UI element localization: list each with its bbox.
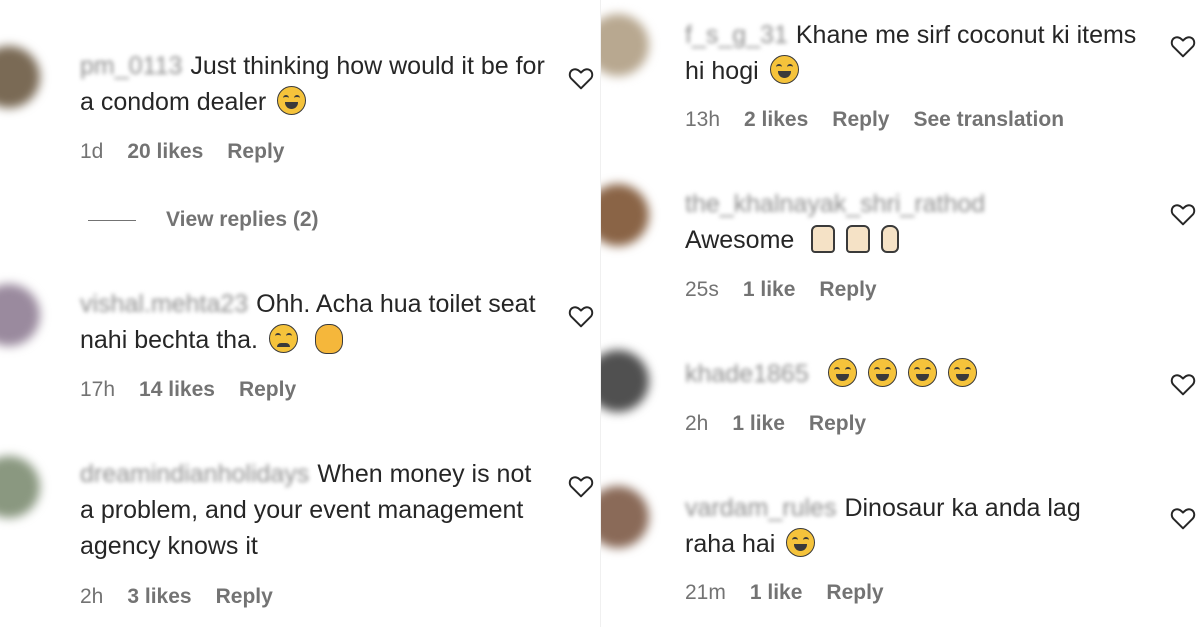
comment-time: 2h	[685, 412, 709, 435]
avatar[interactable]	[0, 456, 40, 518]
comment-username[interactable]: vishal.mehta23	[80, 290, 248, 318]
avatar[interactable]	[0, 284, 40, 346]
heart-outline-icon[interactable]	[568, 66, 594, 90]
comment-text: Awesome	[685, 226, 795, 254]
heart-outline-icon[interactable]	[1170, 34, 1196, 58]
comment-likes[interactable]: 20 likes	[127, 140, 203, 164]
clapping-hands-icon	[314, 324, 343, 354]
heart-outline-icon[interactable]	[1170, 372, 1196, 396]
comment-meta: 2h 1 like Reply	[685, 412, 866, 436]
reply-button[interactable]: Reply	[239, 378, 296, 402]
reply-button[interactable]: Reply	[832, 108, 889, 132]
face-with-tears-of-joy-icon	[907, 358, 937, 387]
comment-meta: 2h 3 likes Reply	[80, 585, 273, 609]
reply-button[interactable]: Reply	[227, 140, 284, 164]
face-with-tears-of-joy-icon	[947, 358, 977, 387]
comment-likes[interactable]: 1 like	[750, 581, 803, 605]
divider-line	[88, 219, 136, 221]
raising-hands-icon	[811, 225, 836, 253]
comment-likes[interactable]: 14 likes	[139, 378, 215, 402]
avatar[interactable]	[601, 14, 649, 76]
avatar[interactable]	[601, 350, 649, 412]
reply-button[interactable]: Reply	[809, 412, 866, 436]
comment-username[interactable]: vardam_rules	[685, 494, 836, 522]
comment-time: 25s	[685, 278, 719, 301]
comment-likes[interactable]: 1 like	[743, 278, 796, 302]
avatar[interactable]	[601, 486, 649, 548]
comment-body: pm_0113 Just thinking how would it be for…	[80, 48, 550, 120]
heart-outline-icon[interactable]	[568, 304, 594, 328]
heart-outline-icon[interactable]	[1170, 202, 1196, 226]
view-replies-button[interactable]: View replies (2)	[88, 208, 319, 232]
reply-button[interactable]: Reply	[826, 581, 883, 605]
comment-likes[interactable]: 1 like	[732, 412, 785, 436]
comment-body: khade1865	[685, 356, 1137, 392]
face-with-tears-of-joy-icon	[827, 358, 857, 387]
comment-username[interactable]: pm_0113	[80, 52, 182, 80]
raising-hands-icon	[846, 225, 871, 253]
comment-meta: 17h 14 likes Reply	[80, 378, 296, 402]
heart-outline-icon[interactable]	[568, 474, 594, 498]
comment-meta: 25s 1 like Reply	[685, 278, 877, 302]
comment-username[interactable]: dreamindianholidays	[80, 460, 309, 488]
comment-username[interactable]: khade1865	[685, 360, 809, 388]
view-replies-label: View replies (2)	[166, 208, 319, 231]
avatar[interactable]	[601, 184, 649, 246]
grinning-face-icon	[769, 55, 799, 84]
comment-meta: 13h 2 likes Reply See translation	[685, 108, 1064, 132]
victory-hand-icon	[881, 225, 900, 253]
face-with-tears-of-joy-icon	[277, 86, 307, 115]
comment-time: 2h	[80, 585, 104, 608]
comment-time: 1d	[80, 140, 104, 163]
avatar[interactable]	[0, 46, 40, 108]
heart-outline-icon[interactable]	[1170, 506, 1196, 530]
see-translation-button[interactable]: See translation	[913, 108, 1064, 132]
comment-time: 17h	[80, 378, 116, 401]
comment-body: vishal.mehta23 Ohh. Acha hua toilet seat …	[80, 286, 550, 358]
comment-body: f_s_g_31 Khane me sirf coconut ki items h…	[685, 17, 1137, 89]
face-with-tears-of-joy-icon	[786, 528, 816, 557]
comment-likes[interactable]: 2 likes	[744, 108, 808, 132]
comment-time: 21m	[685, 581, 726, 604]
comment-username[interactable]: f_s_g_31	[685, 21, 788, 49]
comments-panel-left: pm_0113 Just thinking how would it be for…	[0, 0, 600, 627]
face-with-tears-of-joy-icon	[867, 358, 897, 387]
comment-meta: 1d 20 likes Reply	[80, 140, 284, 164]
comment-likes[interactable]: 3 likes	[127, 585, 191, 609]
sad-face-icon	[268, 324, 298, 353]
reply-button[interactable]: Reply	[216, 585, 273, 609]
comment-body: vardam_rules Dinosaur ka anda lag raha ha…	[685, 490, 1137, 562]
comment-body: the_khalnayak_shri_rathod Awesome	[685, 186, 1137, 258]
comments-panel-right: f_s_g_31 Khane me sirf coconut ki items h…	[601, 0, 1200, 627]
reply-button[interactable]: Reply	[819, 278, 876, 302]
comment-meta: 21m 1 like Reply	[685, 581, 884, 605]
comment-body: dreamindianholidays When money is not a p…	[80, 456, 532, 564]
comment-time: 13h	[685, 108, 721, 131]
comment-username[interactable]: the_khalnayak_shri_rathod	[685, 186, 1137, 222]
